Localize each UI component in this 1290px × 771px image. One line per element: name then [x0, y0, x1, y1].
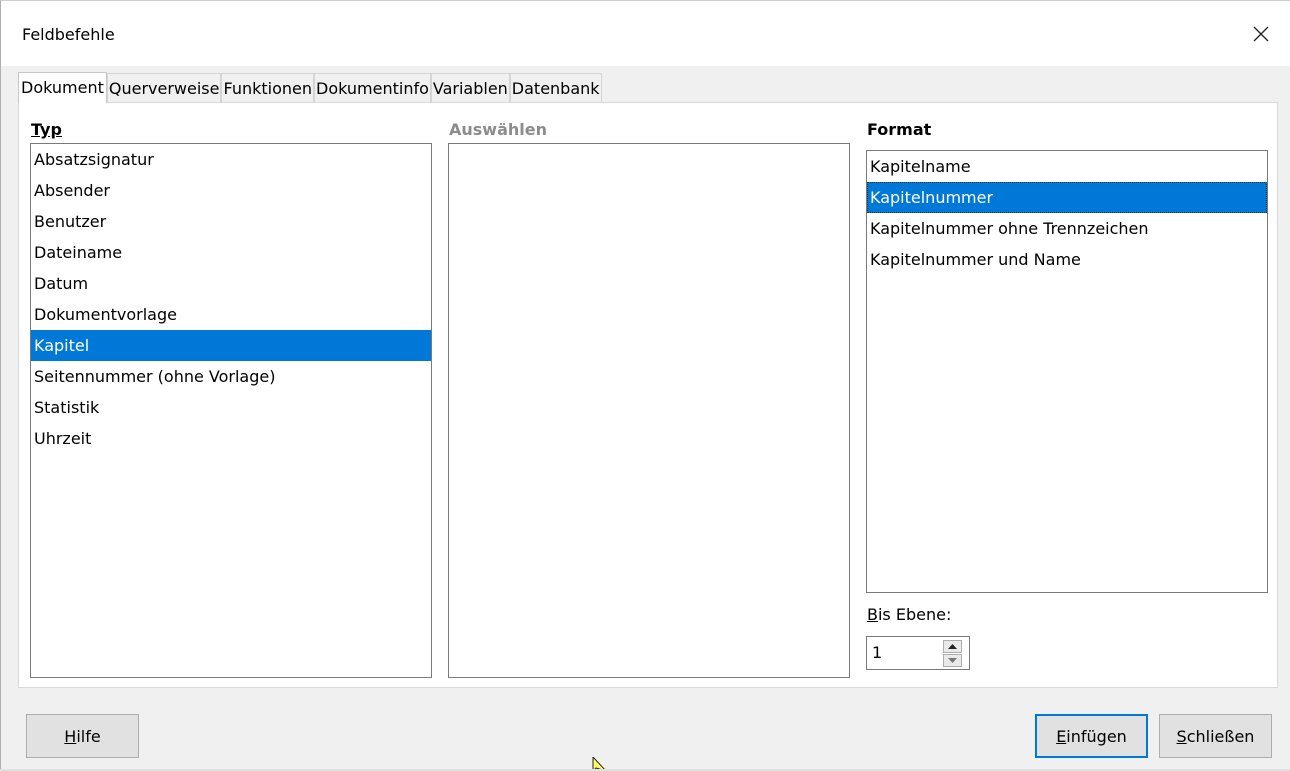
help-button[interactable]: Hilfe [26, 714, 139, 758]
spin-up-button[interactable] [943, 640, 962, 653]
type-list-item[interactable]: Dateiname [31, 237, 431, 268]
level-label: Bis Ebene: [867, 605, 952, 624]
type-list-item[interactable]: Seitennummer (ohne Vorlage) [31, 361, 431, 392]
tab-funktionen[interactable]: Funktionen [221, 73, 314, 102]
select-label: Auswählen [449, 120, 547, 139]
window-border [0, 66, 1, 771]
type-list-item[interactable]: Datum [31, 268, 431, 299]
type-list-item[interactable]: Dokumentvorlage [31, 299, 431, 330]
tab-datenbank[interactable]: Datenbank [509, 73, 602, 102]
window-title: Feldbefehle [22, 25, 115, 44]
type-list-item[interactable]: Absender [31, 175, 431, 206]
insert-button[interactable]: Einfügen [1035, 714, 1148, 758]
format-listbox[interactable]: Kapitelname Kapitelnummer Kapitelnummer oh… [866, 150, 1268, 593]
tab-dokument[interactable]: Dokument [18, 72, 107, 103]
type-list-item[interactable]: Absatzsignatur [31, 144, 431, 175]
select-listbox[interactable] [448, 143, 850, 678]
tab-querverweise[interactable]: Querverweise [106, 73, 222, 102]
level-spinbox[interactable]: 1 [866, 636, 970, 670]
title-bar: Feldbefehle [0, 0, 1290, 66]
format-list-item[interactable]: Kapitelnummer [867, 182, 1267, 213]
close-button[interactable] [1232, 1, 1290, 67]
triangle-up-icon [948, 644, 957, 649]
type-listbox[interactable]: Absatzsignatur Absender Benutzer Dateiname D… [30, 143, 432, 678]
type-list-item[interactable]: Kapitel [31, 330, 431, 361]
format-list-item[interactable]: Kapitelnummer und Name [867, 244, 1267, 275]
tab-bar: Dokument Querverweise Funktionen Dokumen… [18, 72, 602, 103]
close-icon [1253, 26, 1269, 42]
level-value: 1 [872, 643, 883, 662]
spin-down-button[interactable] [943, 654, 962, 667]
format-list-item[interactable]: Kapitelname [867, 151, 1267, 182]
type-list-item[interactable]: Uhrzeit [31, 423, 431, 454]
triangle-down-icon [948, 658, 957, 663]
type-list-item[interactable]: Benutzer [31, 206, 431, 237]
type-label: Typ [31, 120, 62, 139]
format-label: Format [867, 120, 932, 139]
type-list-item[interactable]: Statistik [31, 392, 431, 423]
format-list-item[interactable]: Kapitelnummer ohne Trennzeichen [867, 213, 1267, 244]
tab-dokumentinfo[interactable]: Dokumentinfo [314, 73, 431, 102]
close-dialog-button[interactable]: Schließen [1159, 714, 1272, 758]
tab-variablen[interactable]: Variablen [430, 73, 510, 102]
spin-arrows [943, 640, 962, 667]
